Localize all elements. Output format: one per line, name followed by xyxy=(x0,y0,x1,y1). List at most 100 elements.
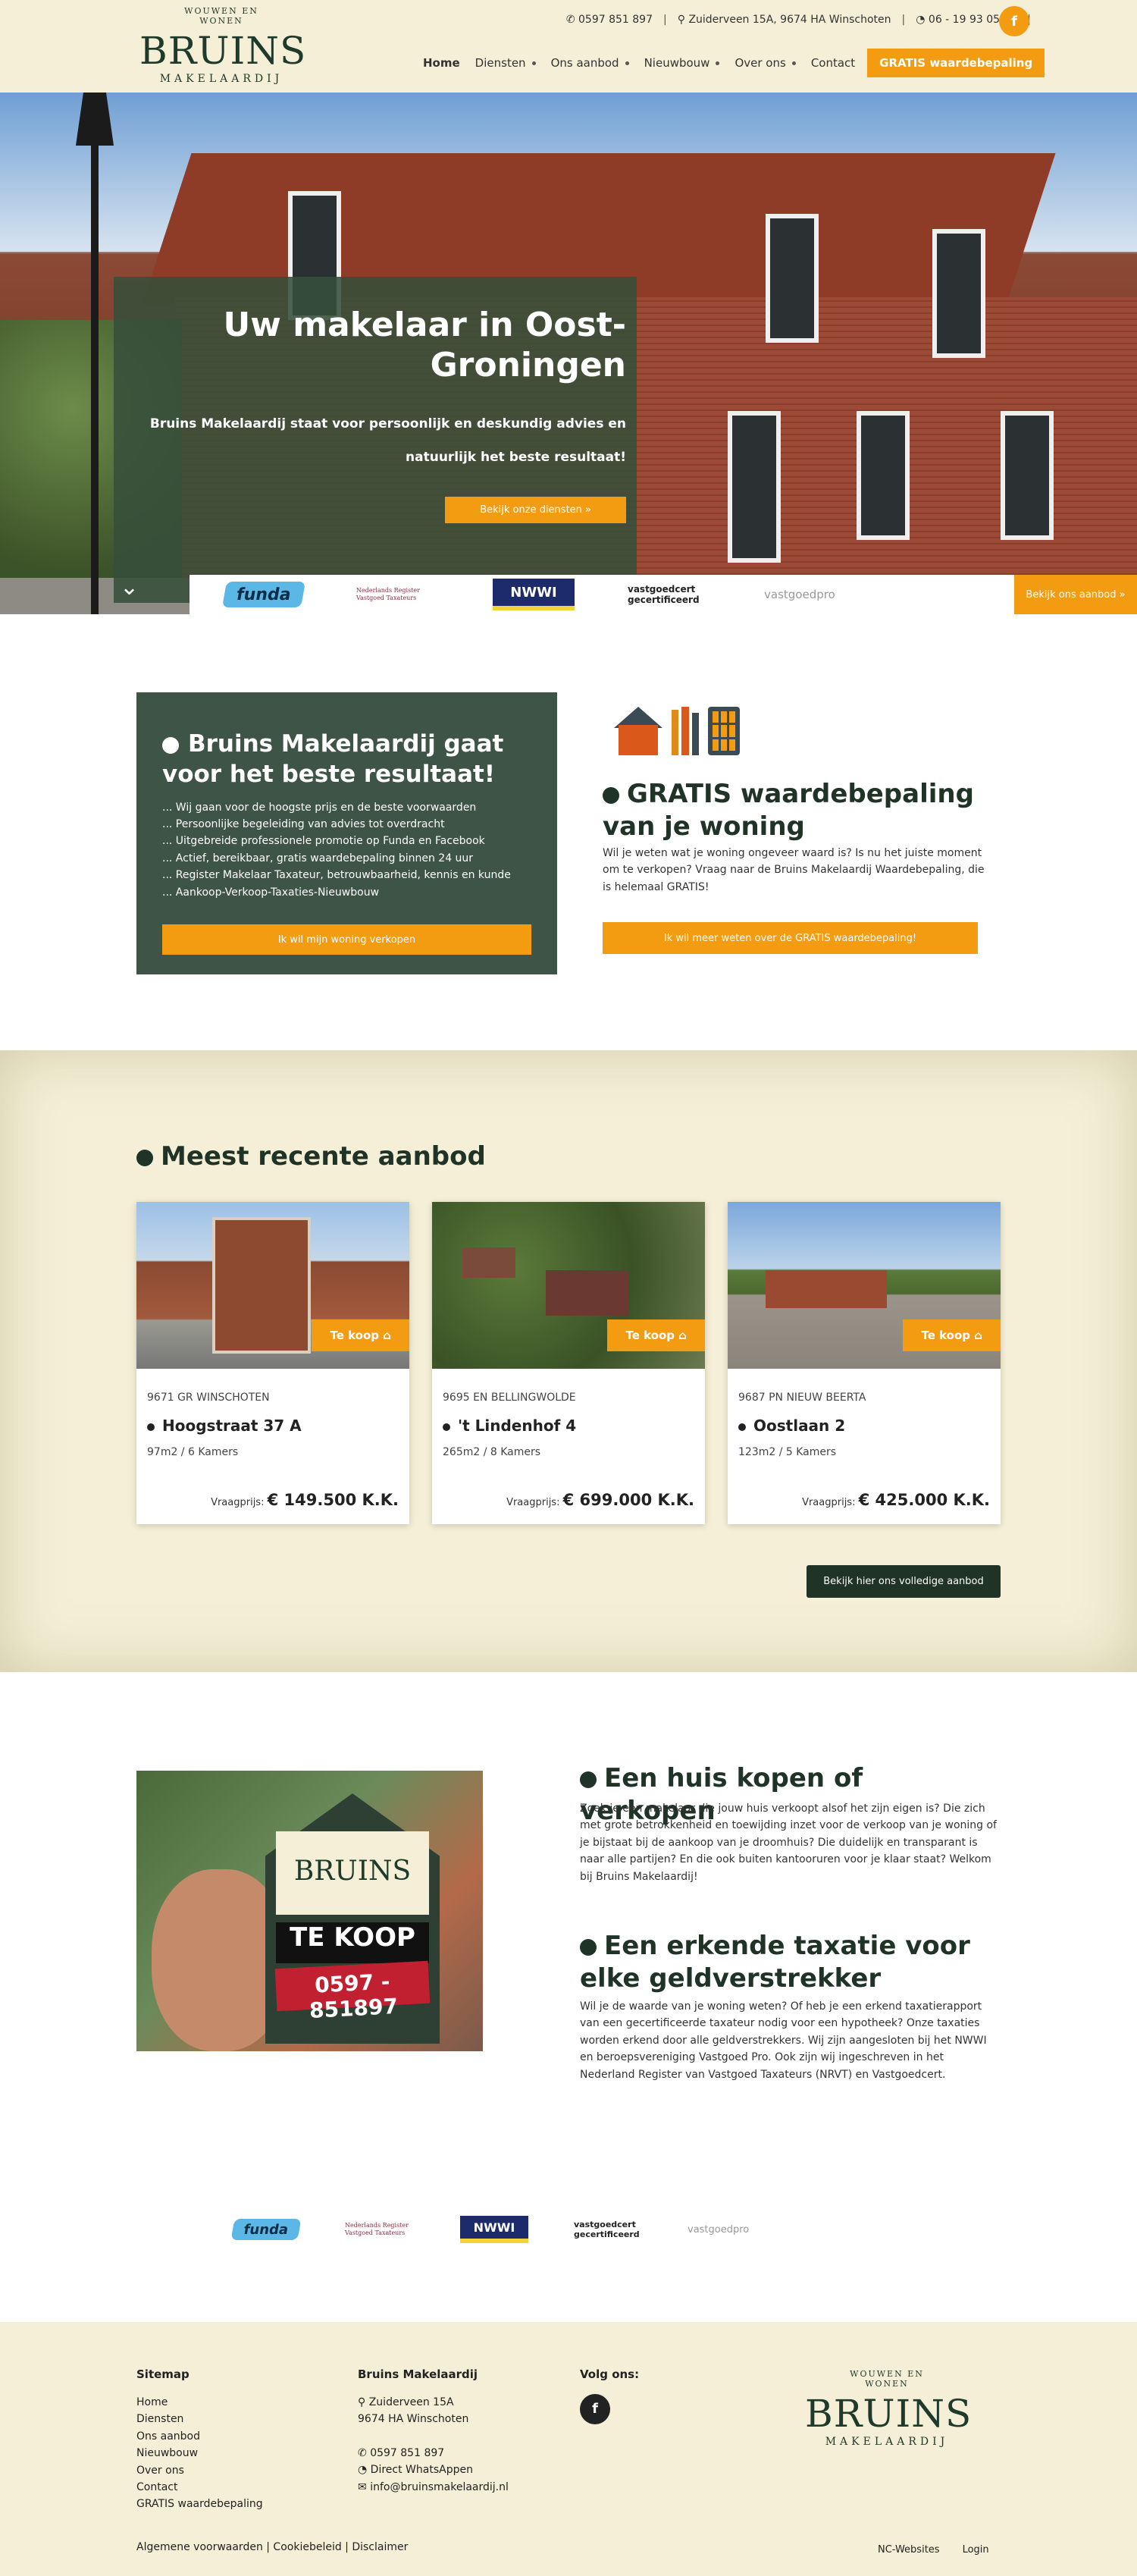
envelope-icon: ✉ xyxy=(358,2480,367,2493)
calculator-icon xyxy=(708,707,740,755)
footer-follow-title: Volg ons: xyxy=(580,2367,640,2381)
footer-link-diensten[interactable]: Diensten xyxy=(136,2411,263,2427)
listing-photo[interactable]: Te koop ⌂ xyxy=(728,1202,1001,1369)
funda-logo[interactable]: funda xyxy=(222,579,305,610)
login-link[interactable]: Login xyxy=(963,2544,989,2556)
nav-gratis-waardebepaling[interactable]: GRATIS waardebepaling xyxy=(867,49,1045,77)
vastgoedcert-logo[interactable]: vastgoedcert gecertificeerd xyxy=(628,579,711,610)
footer-facebook-button[interactable]: f xyxy=(580,2394,610,2424)
dropdown-dot-icon xyxy=(531,61,536,65)
divider: | xyxy=(901,14,906,26)
nc-websites-link[interactable]: NC-Websites xyxy=(878,2544,940,2556)
logo-arc-text: WOUWEN EN WONEN xyxy=(184,6,258,26)
nav-home[interactable]: Home xyxy=(415,56,468,70)
street-lamp xyxy=(76,93,114,614)
vastgoedpro-logo[interactable]: vastgoedpro xyxy=(688,2214,756,2245)
address-link[interactable]: ⚲ Zuiderveen 15A, 9674 HA Winschoten xyxy=(678,14,891,26)
hero-diensten-button[interactable]: Bekijk onze diensten » xyxy=(445,496,626,523)
hero-text: Bruins Makelaardij staat voor persoonlij… xyxy=(149,416,626,465)
footer-follow: Volg ons: f xyxy=(580,2365,639,2424)
footer-link-nieuwbouw[interactable]: Nieuwbouw xyxy=(136,2445,263,2461)
hero-door xyxy=(728,411,781,563)
hero-text-box: Uw makelaar in Oost-Groningen Bruins Mak… xyxy=(114,277,637,603)
funda-logo[interactable]: funda xyxy=(230,2214,302,2245)
map-marker-icon: ⚲ xyxy=(677,14,685,26)
sign-logo: BRUINS xyxy=(276,1831,429,1915)
valuation-icons xyxy=(614,707,740,755)
intro-list-item: ... Wij gaan voor de hoogste prijs en de… xyxy=(162,801,477,814)
footer-whatsapp[interactable]: ◔ Direct WhatsAppen xyxy=(358,2461,509,2478)
nav-nieuwbouw[interactable]: Nieuwbouw xyxy=(637,56,728,70)
bullet-icon xyxy=(136,1149,153,1166)
footer-credits: NC-Websites Login xyxy=(878,2544,989,2556)
nav-ons-aanbod[interactable]: Ons aanbod xyxy=(543,56,637,70)
listing-price: Vraagprijs: € 699.000 K.K. xyxy=(506,1491,694,1509)
listings-title: Meest recente aanbod xyxy=(136,1141,486,1172)
intro-list-item: ... Actief, bereikbaar, gratis waardebep… xyxy=(162,852,474,864)
pencils-icon xyxy=(672,707,699,755)
bullet-icon xyxy=(443,1423,450,1431)
gratis-info-button[interactable]: Ik wil meer weten over de GRATIS waardeb… xyxy=(603,922,978,954)
bekijk-aanbod-button[interactable]: Bekijk ons aanbod » xyxy=(1014,575,1137,614)
listing-address: Hoogstraat 37 A xyxy=(147,1417,302,1435)
listing-postcode: 9695 EN BELLINGWOLDE xyxy=(443,1392,576,1404)
listing-card[interactable]: Te koop ⌂ 9687 PN NIEUW BEERTA Oostlaan … xyxy=(728,1202,1001,1524)
footer-phone[interactable]: ✆ 0597 851 897 xyxy=(358,2445,509,2461)
hero-title: Uw makelaar in Oost-Groningen xyxy=(223,306,626,384)
house-icon xyxy=(614,707,662,755)
listing-card[interactable]: Te koop ⌂ 9671 GR WINSCHOTEN Hoogstraat … xyxy=(136,1202,409,1524)
main-nav: Home Diensten Ons aanbod Nieuwbouw Over … xyxy=(415,49,1045,77)
footer-link-contact[interactable]: Contact xyxy=(136,2479,263,2496)
listing-address: Oostlaan 2 xyxy=(738,1417,845,1435)
footer-link-home[interactable]: Home xyxy=(136,2394,263,2411)
footer-street: ⚲ Zuiderveen 15A xyxy=(358,2396,454,2408)
vastgoedcert-logo[interactable]: vastgoedcert gecertificeerd xyxy=(574,2214,642,2245)
verkopen-button[interactable]: Ik wil mijn woning verkopen xyxy=(162,924,531,955)
footer-logo[interactable]: WOUWEN EN WONEN BRUINS MAKELAARDIJ xyxy=(805,2367,971,2451)
site-logo[interactable]: WOUWEN EN WONEN BRUINS MAKELAARDIJ xyxy=(139,5,305,88)
nav-diensten[interactable]: Diensten xyxy=(468,56,543,70)
te-koop-badge: Te koop ⌂ xyxy=(903,1319,1001,1351)
gratis-text: Wil je weten wat je woning ongeveer waar… xyxy=(603,847,985,893)
makelaar-photo: BRUINS TE KOOP 0597 - 851897 xyxy=(136,1771,483,2051)
phone-link[interactable]: ✆ 0597 851 897 xyxy=(566,14,653,26)
hero-window xyxy=(932,229,985,358)
logo-arc-text: WOUWEN EN WONEN xyxy=(850,2369,924,2389)
listing-meta: 123m2 / 5 Kamers xyxy=(738,1446,837,1458)
footer-link-waardebepaling[interactable]: GRATIS waardebepaling xyxy=(136,2496,263,2512)
vastgoedpro-logo[interactable]: vastgoedpro xyxy=(764,579,847,610)
listing-photo[interactable]: Te koop ⌂ xyxy=(136,1202,409,1369)
footer-link-over-ons[interactable]: Over ons xyxy=(136,2462,263,2479)
facebook-button[interactable]: f xyxy=(999,6,1029,36)
phone-icon: ✆ xyxy=(565,14,575,26)
dropdown-dot-icon xyxy=(625,61,629,65)
sign-phone: 0597 - 851897 xyxy=(274,1960,431,2023)
listing-address: 't Lindenhof 4 xyxy=(443,1417,576,1435)
te-koop-badge: Te koop ⌂ xyxy=(312,1319,409,1351)
logo-subtitle: MAKELAARDIJ xyxy=(825,2436,949,2448)
footer-link-ons-aanbod[interactable]: Ons aanbod xyxy=(136,2428,263,2445)
recent-listings: Meest recente aanbod Te koop ⌂ 9671 GR W… xyxy=(0,1050,1137,1672)
footer-legal-links[interactable]: Algemene voorwaarden | Cookiebeleid | Di… xyxy=(136,2541,408,2553)
sign-te-koop: TE KOOP xyxy=(276,1922,429,1963)
te-koop-badge: Te koop ⌂ xyxy=(607,1319,705,1351)
listing-card[interactable]: Te koop ⌂ 9695 EN BELLINGWOLDE 't Linden… xyxy=(432,1202,705,1524)
nav-over-ons[interactable]: Over ons xyxy=(727,56,803,70)
phone-icon: ✆ xyxy=(358,2446,367,2459)
nrvt-logo[interactable]: Nederlands Register Vastgoed Taxateurs xyxy=(356,579,440,610)
map-marker-icon: ⚲ xyxy=(358,2396,366,2408)
intro-card: Bruins Makelaardij gaat voor het beste r… xyxy=(136,692,557,974)
nrvt-logo[interactable]: Nederlands Register Vastgoed Taxateurs xyxy=(345,2214,415,2245)
footer-email[interactable]: ✉ info@bruinsmakelaardij.nl xyxy=(358,2479,509,2496)
nav-contact[interactable]: Contact xyxy=(803,56,863,70)
home-icon: ⌂ xyxy=(383,1329,391,1342)
nwwi-logo[interactable]: NWWI xyxy=(493,579,575,610)
listing-photo[interactable]: Te koop ⌂ xyxy=(432,1202,705,1369)
nwwi-logo[interactable]: NWWI xyxy=(460,2214,528,2245)
dropdown-dot-icon xyxy=(716,61,720,65)
volledige-aanbod-button[interactable]: Bekijk hier ons volledige aanbod xyxy=(807,1565,1001,1598)
listing-price: Vraagprijs: € 149.500 K.K. xyxy=(211,1491,399,1509)
scroll-down-icon[interactable]: ⌄ xyxy=(120,576,144,607)
bullet-icon xyxy=(738,1423,746,1431)
footer-city: 9674 HA Winschoten xyxy=(358,2413,469,2426)
